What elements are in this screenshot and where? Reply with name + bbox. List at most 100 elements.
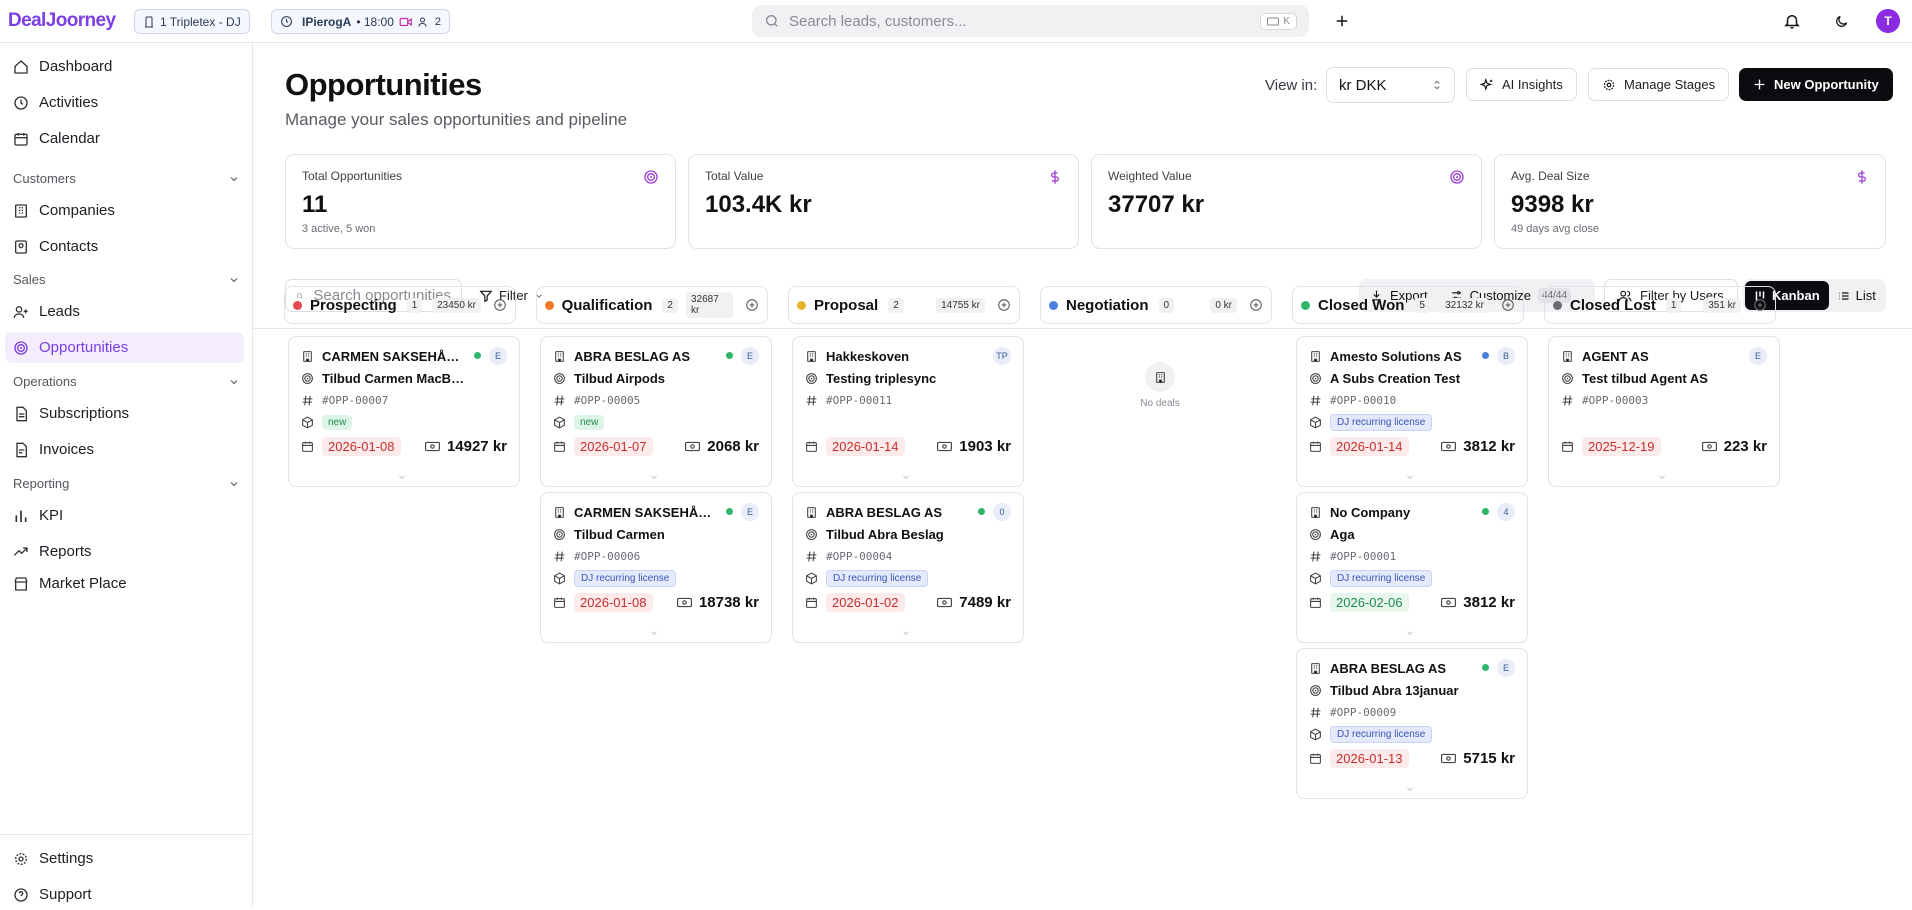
workspace-selector[interactable]: 1 Tripletex - DJ (134, 9, 250, 34)
bell-icon (1784, 15, 1800, 29)
calendar-icon (553, 440, 566, 453)
empty-text: No deals (1140, 398, 1180, 409)
sidebar-label-contacts: Contacts (39, 238, 99, 255)
card-amount: 3812 kr (1463, 438, 1515, 455)
session-indicator[interactable]: IPierogA • 18:00 2 (271, 9, 451, 34)
sidebar-item-kpi[interactable]: KPI (5, 500, 244, 531)
expand-card-button[interactable] (901, 628, 911, 638)
card-code-row: #OPP-00005 (553, 391, 759, 409)
opportunity-card[interactable]: E AGENT AS Test tilbud Agent AS #OPP-00003 … (1548, 336, 1780, 487)
session-time: • 18:00 (356, 14, 394, 29)
ai-insights-button[interactable]: AI Insights (1466, 68, 1577, 101)
card-code-row: #OPP-00006 (553, 547, 759, 565)
chevron-down-icon (230, 379, 238, 384)
add-deal-button[interactable] (1501, 298, 1515, 312)
opportunity-card[interactable]: E ABRA BESLAG AS Tilbud Airpods #OPP-00005 n… (540, 336, 772, 487)
expand-card-button[interactable] (1405, 472, 1415, 482)
sidebar-item-opportunities[interactable]: Opportunities (5, 332, 244, 363)
target-icon (1309, 528, 1322, 541)
sidebar-item-support[interactable]: Support (5, 879, 244, 910)
sidebar-label-opportunities: Opportunities (39, 339, 129, 356)
sidebar-item-marketplace[interactable]: Market Place (5, 568, 244, 599)
opportunity-card[interactable]: E ABRA BESLAG AS Tilbud Abra 13januar #OPP-… (1296, 648, 1528, 799)
building-icon (1561, 350, 1574, 363)
sidebar-item-companies[interactable]: Companies (5, 195, 244, 226)
opportunity-card[interactable]: E CARMEN SAKSEHÅNDTERING Tilbud Carmen Mac… (288, 336, 520, 487)
sidebar-item-calendar[interactable]: Calendar (5, 123, 244, 154)
user-avatar[interactable]: T (1876, 9, 1900, 33)
section-label: Operations (13, 374, 77, 389)
add-circle-icon (494, 299, 506, 311)
opportunity-card[interactable]: 0 ABRA BESLAG AS Tilbud Abra Beslag #OPP-00… (792, 492, 1024, 643)
invoice-icon (16, 442, 27, 457)
add-button[interactable] (1331, 10, 1353, 32)
empty-icon (1145, 362, 1175, 392)
chevron-down-icon (1407, 475, 1413, 479)
add-deal-button[interactable] (493, 298, 507, 312)
opportunity-card[interactable]: TP Hakkeskoven Testing triplesync #OPP-0001… (792, 336, 1024, 487)
expand-card-button[interactable] (1657, 472, 1667, 482)
card-date: 2026-01-08 (322, 437, 401, 456)
expand-card-button[interactable] (649, 628, 659, 638)
add-deal-button[interactable] (1249, 298, 1263, 312)
opportunity-card[interactable]: B Amesto Solutions AS A Subs Creation Test… (1296, 336, 1528, 487)
sidebar-item-invoices[interactable]: Invoices (5, 434, 244, 465)
opportunity-card[interactable]: E CARMEN SAKSEHÅNDTERING Tilbud Carmen #OPP… (540, 492, 772, 643)
sidebar-item-settings[interactable]: Settings (5, 843, 244, 874)
add-deal-button[interactable] (1753, 298, 1767, 312)
theme-toggle[interactable] (1830, 10, 1852, 32)
column-total: 0 kr (1210, 297, 1237, 313)
currency-select[interactable]: kr DKK (1326, 67, 1455, 103)
sidebar-section-reporting[interactable]: Reporting (13, 476, 240, 491)
column-total: 32687 kr (685, 292, 733, 318)
card-amount: 5715 kr (1463, 750, 1515, 767)
building-icon (301, 350, 314, 363)
page-subtitle: Manage your sales opportunities and pipe… (285, 110, 628, 129)
target-icon (1450, 170, 1464, 184)
add-deal-button[interactable] (745, 298, 759, 312)
sidebar-item-dashboard[interactable]: Dashboard (5, 51, 244, 82)
sidebar-item-subscriptions[interactable]: Subscriptions (5, 398, 244, 429)
card-title-row: Tilbud Abra Beslag (805, 525, 1011, 543)
app-logo[interactable]: DealJoorney (8, 10, 116, 32)
home-icon (14, 59, 28, 74)
chevron-down-icon (230, 481, 238, 486)
currency-value: kr DKK (1339, 76, 1387, 94)
sidebar-label-invoices: Invoices (39, 441, 95, 458)
sidebar-item-activities[interactable]: Activities (5, 87, 244, 118)
new-opportunity-button[interactable]: New Opportunity (1739, 68, 1893, 101)
gear-icon (15, 852, 27, 865)
add-deal-button[interactable] (997, 298, 1011, 312)
list-view-button[interactable]: List (1829, 281, 1885, 310)
sidebar-item-contacts[interactable]: Contacts (5, 231, 244, 262)
card-title: Tilbud Carmen (574, 526, 665, 542)
card-date: 2025-12-19 (1582, 437, 1661, 456)
expand-card-button[interactable] (901, 472, 911, 482)
package-icon (301, 415, 314, 429)
sidebar-section-sales[interactable]: Sales (13, 272, 240, 287)
calendar-icon (553, 596, 566, 609)
card-title-row: Aga (1309, 525, 1515, 543)
expand-card-button[interactable] (397, 472, 407, 482)
notifications-button[interactable] (1781, 10, 1803, 32)
sidebar-item-reports[interactable]: Reports (5, 536, 244, 567)
building-icon (555, 506, 564, 518)
search-icon (766, 15, 778, 27)
sidebar-section-operations[interactable]: Operations (13, 374, 240, 389)
manage-stages-button[interactable]: Manage Stages (1588, 68, 1730, 101)
expand-card-button[interactable] (1405, 784, 1415, 794)
opportunity-card[interactable]: 4 No Company Aga #OPP-00001 DJ recurring lic… (1296, 492, 1528, 643)
expand-card-button[interactable] (1405, 628, 1415, 638)
global-search[interactable]: Search leads, customers... K (752, 5, 1309, 37)
calendar-icon (1561, 440, 1574, 453)
stat-label: Total Opportunities (302, 169, 403, 183)
sidebar-item-leads[interactable]: Leads (5, 296, 244, 327)
hash-icon (554, 551, 565, 561)
package-icon (554, 415, 565, 429)
sidebar-section-customers[interactable]: Customers (13, 171, 240, 186)
calendar-icon (554, 597, 565, 608)
clock-icon (281, 16, 292, 27)
expand-card-button[interactable] (649, 472, 659, 482)
column-count: 5 (1414, 297, 1430, 313)
card-title: Tilbud Abra 13januar (1330, 682, 1459, 698)
